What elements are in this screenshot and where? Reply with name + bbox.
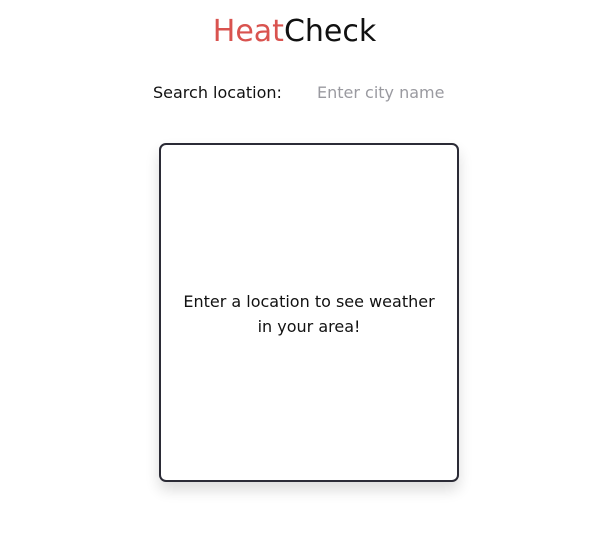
app-title-check: Check bbox=[283, 14, 377, 49]
search-label: Search location: bbox=[153, 82, 282, 102]
app-title: HeatCheck bbox=[0, 12, 589, 52]
app-title-heat: Heat bbox=[212, 14, 284, 49]
weather-card: Enter a location to see weather in your … bbox=[159, 143, 459, 482]
weather-card-message: Enter a location to see weather in your … bbox=[183, 291, 435, 336]
search-row: Search location: bbox=[153, 79, 467, 105]
search-input[interactable] bbox=[317, 80, 467, 104]
